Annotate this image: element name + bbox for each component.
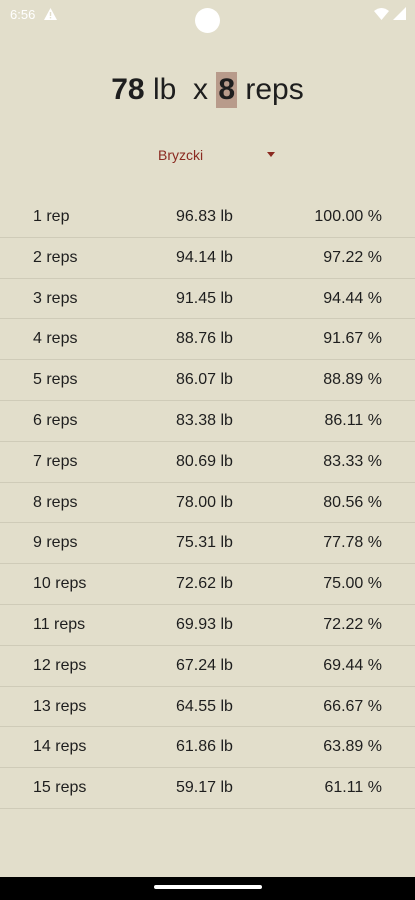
table-row: 14 reps 61.86 lb 63.89 % bbox=[0, 727, 415, 769]
percent-cell: 91.67 % bbox=[323, 330, 382, 348]
table-row: 1 rep 96.83 lb 100.00 % bbox=[0, 197, 415, 238]
camera-cutout bbox=[195, 8, 220, 33]
chevron-down-icon bbox=[267, 152, 275, 157]
status-icons bbox=[374, 7, 406, 23]
weight-unit: lb bbox=[152, 73, 177, 106]
percent-cell: 100.00 % bbox=[314, 208, 382, 225]
formula-dropdown[interactable]: Bryzcki bbox=[157, 145, 279, 167]
table-row: 7 reps 80.69 lb 83.33 % bbox=[0, 442, 415, 483]
weight-reps-header: 78 lb x 8 reps bbox=[0, 72, 415, 108]
rep-max-table: 1 rep 96.83 lb 100.00 % 2 reps 94.14 lb 97.22… bbox=[0, 197, 415, 809]
weight-cell: 80.69 lb bbox=[176, 452, 233, 470]
weight-cell: 72.62 lb bbox=[176, 575, 233, 593]
percent-cell: 88.89 % bbox=[323, 371, 382, 389]
weight-cell: 67.24 lb bbox=[176, 656, 233, 674]
reps-cell: 2 reps bbox=[33, 248, 78, 266]
home-gesture-handle[interactable] bbox=[154, 885, 262, 889]
weight-value[interactable]: 78 bbox=[111, 73, 144, 106]
table-row: 2 reps 94.14 lb 97.22 % bbox=[0, 238, 415, 279]
warning-icon bbox=[44, 8, 57, 23]
reps-cell: 5 reps bbox=[33, 371, 78, 389]
reps-input[interactable]: 8 bbox=[216, 72, 238, 108]
weight-cell: 64.55 lb bbox=[176, 697, 233, 715]
weight-cell: 59.17 lb bbox=[176, 779, 233, 797]
reps-cell: 9 reps bbox=[33, 534, 78, 552]
weight-cell: 88.76 lb bbox=[176, 330, 233, 348]
percent-cell: 75.00 % bbox=[323, 575, 382, 593]
status-time: 6:56 bbox=[10, 7, 36, 22]
reps-cell: 12 reps bbox=[33, 656, 87, 674]
weight-cell: 69.93 lb bbox=[176, 615, 233, 633]
percent-cell: 86.11 % bbox=[324, 411, 382, 429]
table-row: 11 reps 69.93 lb 72.22 % bbox=[0, 605, 415, 646]
percent-cell: 77.78 % bbox=[323, 534, 382, 552]
reps-cell: 6 reps bbox=[33, 411, 78, 429]
wifi-icon bbox=[374, 7, 389, 23]
percent-cell: 94.44 % bbox=[323, 289, 382, 307]
percent-cell: 80.56 % bbox=[323, 493, 382, 511]
table-row: 4 reps 88.76 lb 91.67 % bbox=[0, 319, 415, 361]
status-bar: 6:56 bbox=[0, 0, 415, 33]
reps-cell: 15 reps bbox=[33, 779, 87, 797]
table-row: 9 reps 75.31 lb 77.78 % bbox=[0, 523, 415, 565]
percent-cell: 83.33 % bbox=[323, 452, 382, 470]
percent-cell: 63.89 % bbox=[323, 738, 382, 756]
times-symbol: x bbox=[193, 73, 208, 106]
reps-unit: reps bbox=[245, 73, 304, 106]
percent-cell: 61.11 % bbox=[324, 779, 382, 797]
percent-cell: 72.22 % bbox=[323, 615, 382, 633]
reps-cell: 3 reps bbox=[33, 289, 78, 307]
reps-cell: 1 rep bbox=[33, 208, 70, 225]
percent-cell: 66.67 % bbox=[323, 697, 382, 715]
table-row: 13 reps 64.55 lb 66.67 % bbox=[0, 687, 415, 728]
table-row: 15 reps 59.17 lb 61.11 % bbox=[0, 768, 415, 809]
reps-cell: 7 reps bbox=[33, 452, 78, 470]
reps-cell: 4 reps bbox=[33, 330, 78, 348]
reps-cell: 14 reps bbox=[33, 738, 87, 756]
reps-cell: 8 reps bbox=[33, 493, 78, 511]
weight-cell: 96.83 lb bbox=[176, 208, 233, 225]
navigation-bar bbox=[0, 877, 415, 900]
table-row: 6 reps 83.38 lb 86.11 % bbox=[0, 401, 415, 442]
table-row: 12 reps 67.24 lb 69.44 % bbox=[0, 646, 415, 687]
table-row: 3 reps 91.45 lb 94.44 % bbox=[0, 279, 415, 320]
table-row: 8 reps 78.00 lb 80.56 % bbox=[0, 483, 415, 524]
table-row: 10 reps 72.62 lb 75.00 % bbox=[0, 564, 415, 605]
reps-cell: 10 reps bbox=[33, 575, 87, 593]
percent-cell: 69.44 % bbox=[323, 656, 382, 674]
weight-cell: 75.31 lb bbox=[176, 534, 233, 552]
weight-cell: 83.38 lb bbox=[176, 411, 233, 429]
percent-cell: 97.22 % bbox=[323, 248, 382, 266]
table-row: 5 reps 86.07 lb 88.89 % bbox=[0, 360, 415, 401]
weight-cell: 94.14 lb bbox=[176, 248, 233, 266]
reps-cell: 11 reps bbox=[33, 615, 86, 633]
formula-selected-label: Bryzcki bbox=[158, 147, 204, 163]
weight-cell: 61.86 lb bbox=[176, 738, 233, 756]
weight-cell: 91.45 lb bbox=[176, 289, 233, 307]
weight-cell: 86.07 lb bbox=[176, 371, 233, 389]
reps-cell: 13 reps bbox=[33, 697, 87, 715]
weight-cell: 78.00 lb bbox=[176, 493, 233, 511]
signal-icon bbox=[393, 7, 406, 23]
